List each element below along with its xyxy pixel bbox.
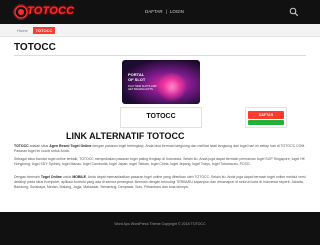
product-title: TOTOCC — [146, 113, 176, 120]
link-alternatif-heading: LINK ALTERNATIF TOTOCC — [66, 131, 185, 141]
nav-separator: | — [165, 9, 167, 14]
title-divider — [14, 55, 306, 56]
daftar-button[interactable]: DAFTAR — [248, 111, 284, 119]
breadcrumb: Home TOTOCC — [14, 27, 56, 34]
breadcrumb-current: TOTOCC — [32, 27, 56, 34]
logo-text[interactable]: TOTOCC — [27, 5, 74, 17]
intro-paragraph: TOTOCC adalah situs Agen Resmi Togel Onl… — [14, 144, 306, 154]
mobile-text-1: Dengan bermain — [14, 175, 41, 179]
pasaran-text: Sebagai situs bandar togel online terbai… — [14, 157, 306, 167]
nav-daftar-link[interactable]: DAFTAR — [145, 9, 163, 14]
banner-headline: PORTAL OF SLOT — [128, 72, 146, 82]
intro-bold-brand: TOTOCC — [14, 144, 29, 148]
search-icon[interactable] — [289, 7, 299, 17]
site-header: TOTOCC DAFTAR | LOGIN — [0, 0, 320, 24]
breadcrumb-home[interactable]: Home — [14, 27, 31, 34]
banner-glow — [157, 72, 187, 102]
banner-subline: PLAY NEW SLOTS AND GET BANANA GIFTS — [128, 85, 156, 91]
footer-copyright: Word Ayo WordPress Theme Copyright © 201… — [114, 222, 206, 226]
login-button[interactable] — [248, 120, 284, 125]
mobile-bold-togel: Togel Online — [40, 175, 62, 179]
pasaran-paragraph: Sebagai situs bandar togel online terbai… — [14, 157, 306, 167]
banner-line1: PORTAL OF SLOT — [128, 72, 146, 82]
intro-text-1: adalah situs — [28, 144, 50, 148]
page-title: TOTOCC — [14, 42, 56, 53]
mobile-bold-mobile: MOBILE — [72, 175, 86, 179]
banner-line2: PLAY NEW SLOTS AND GET BANANA GIFTS — [128, 85, 157, 92]
mobile-text-2: untuk — [61, 175, 73, 179]
product-title-box: TOTOCC — [120, 107, 202, 128]
intro-bold-agen: Agen Resmi Togel Online — [49, 144, 92, 148]
mobile-paragraph: Dengan bermain Togel Online untuk MOBILE… — [14, 175, 306, 191]
promo-banner[interactable]: PORTAL OF SLOT PLAY NEW SLOTS AND GET BA… — [122, 60, 200, 104]
breadcrumb-bar: Home TOTOCC — [0, 24, 320, 37]
nav-login-link[interactable]: LOGIN — [170, 9, 184, 14]
top-nav: DAFTAR | LOGIN — [145, 9, 184, 14]
site-footer: Word Ayo WordPress Theme Copyright © 201… — [0, 212, 320, 245]
